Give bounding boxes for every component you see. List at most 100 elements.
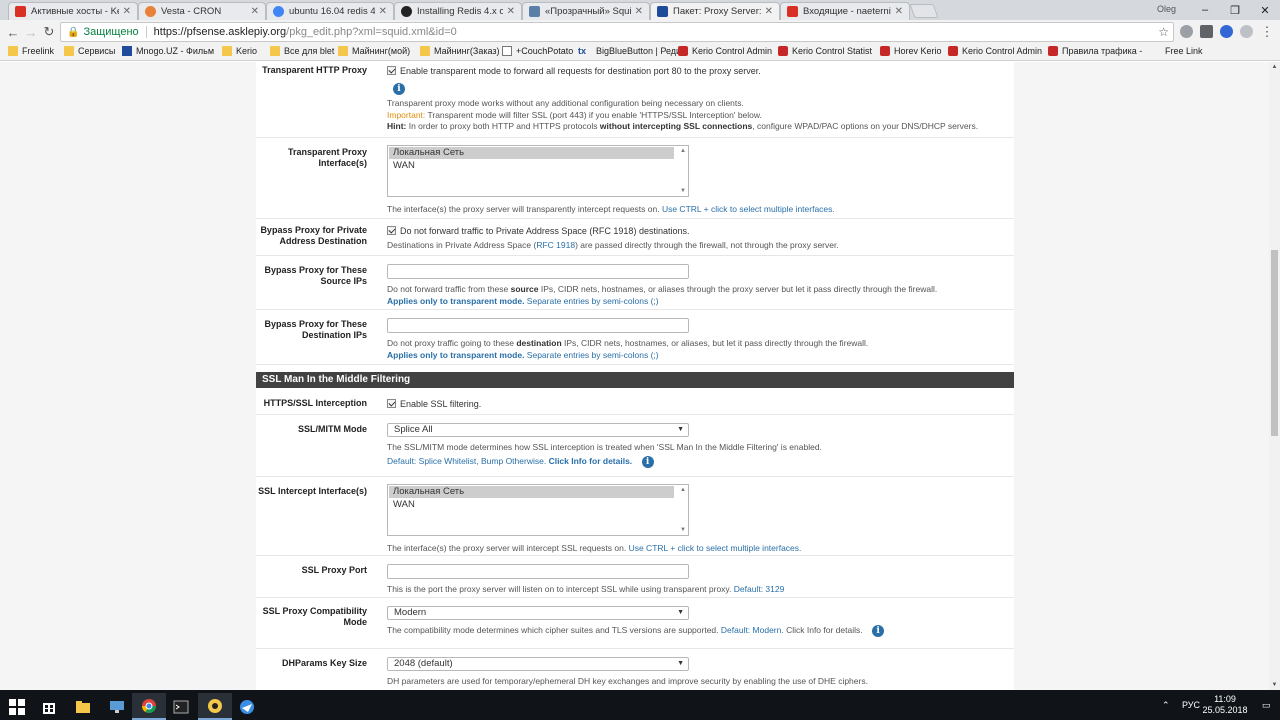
bypass-private-checkbox[interactable]: Do not forward traffic to Private Addres… xyxy=(387,225,1007,237)
scroll-down-arrow-icon[interactable]: ▼ xyxy=(680,527,686,533)
listbox-option[interactable]: Локальная Сеть xyxy=(389,486,674,498)
bookmark-item[interactable]: Free Link xyxy=(1165,46,1203,56)
ssl-compat-mode-select[interactable]: Modern ▼ xyxy=(387,606,689,620)
help-hint: Hint: In order to proxy both HTTP and HT… xyxy=(387,121,1007,133)
scroll-up-arrow-icon[interactable]: ▲ xyxy=(680,148,686,154)
dhparams-select[interactable]: 2048 (default) ▼ xyxy=(387,657,689,671)
browser-tab[interactable]: Installing Redis 4.x onto ✕ xyxy=(394,2,522,20)
language-indicator[interactable]: РУС xyxy=(1182,690,1200,720)
extension-icon[interactable] xyxy=(1220,25,1233,38)
back-arrow-icon[interactable]: ← xyxy=(4,23,22,41)
close-tab-icon[interactable]: ✕ xyxy=(895,6,903,17)
bookmark-item[interactable]: Майнинг(Заказ) xyxy=(420,46,499,56)
ssl-mitm-mode-select[interactable]: Splice All ▼ xyxy=(387,423,689,437)
bookmark-item[interactable]: tx BigBlueButton | Реди xyxy=(578,46,681,56)
file-explorer-icon[interactable] xyxy=(66,693,100,720)
terminal-icon[interactable] xyxy=(164,693,198,720)
bookmark-item[interactable]: Kerio xyxy=(222,46,257,56)
close-tab-icon[interactable]: ✕ xyxy=(251,6,259,17)
bookmark-item[interactable]: Все для blet xyxy=(270,46,334,56)
info-icon[interactable]: i xyxy=(641,455,654,468)
reload-icon[interactable]: ↻ xyxy=(40,23,58,41)
close-tab-icon[interactable]: ✕ xyxy=(635,6,643,17)
close-tab-icon[interactable]: ✕ xyxy=(507,6,515,17)
tray-chevron-icon[interactable]: ⌃ xyxy=(1162,690,1170,720)
scroll-up-arrow-icon[interactable]: ▲ xyxy=(680,487,686,493)
bookmark-item[interactable]: Kerio Control Admin xyxy=(678,46,772,56)
minimize-button[interactable]: – xyxy=(1190,0,1220,20)
remote-desktop-icon[interactable] xyxy=(100,693,134,720)
extension-icon[interactable] xyxy=(1240,25,1253,38)
store-icon[interactable] xyxy=(32,693,66,720)
close-tab-icon[interactable]: ✕ xyxy=(379,6,387,17)
bookmark-item[interactable]: Horev Kerio xyxy=(880,46,942,56)
help-text-part: Separate entries by semi-colons (;) xyxy=(524,349,659,360)
browser-tab[interactable]: Vesta - CRON ✕ xyxy=(138,2,266,20)
bookmark-item[interactable]: Правила трафика - xyxy=(1048,46,1142,56)
tx-icon: tx xyxy=(578,46,587,56)
browser-tab[interactable]: Входящие - naeternitas@ ✕ xyxy=(780,2,910,20)
transparent-http-checkbox[interactable]: Enable transparent mode to forward all r… xyxy=(387,65,1007,77)
folder-icon xyxy=(338,46,348,56)
ssl-intercept-interfaces-listbox[interactable]: Локальная Сеть WAN ▲ ▼ xyxy=(387,484,689,536)
field-body: Do not forward traffic to Private Addres… xyxy=(387,225,1007,252)
rfc-link[interactable]: RFC 1918 xyxy=(536,240,575,250)
browser-tab[interactable]: Активные хосты - Kerio ✕ xyxy=(8,2,138,20)
system-clock[interactable]: 11:09 25.05.2018 xyxy=(1200,694,1250,716)
menu-kebab-icon[interactable]: ⋮ xyxy=(1258,23,1276,41)
checkbox-checked[interactable] xyxy=(387,399,396,408)
close-tab-icon[interactable]: ✕ xyxy=(765,6,773,17)
browser-tab-active[interactable]: Пакет: Proxy Server: Gen ✕ xyxy=(650,2,780,20)
notifications-icon[interactable]: ▭ xyxy=(1262,690,1271,720)
app-icon[interactable] xyxy=(198,693,232,720)
page-scrollbar[interactable]: ▲ ▼ xyxy=(1269,62,1280,690)
info-icon[interactable]: i xyxy=(872,625,885,637)
maximize-button[interactable]: ❐ xyxy=(1220,0,1250,20)
address-bar[interactable]: 🔒 Защищено https://pfsense.asklepiy.org … xyxy=(60,22,1174,42)
bookmark-label: Майнинг(мой) xyxy=(352,46,411,56)
scroll-down-arrow-icon[interactable]: ▼ xyxy=(1269,680,1280,690)
hint-label: Hint: xyxy=(387,121,407,131)
bookmark-item[interactable]: Freelink xyxy=(8,46,54,56)
bookmark-item[interactable]: Kerio Control Admin xyxy=(948,46,1042,56)
help-text: Do not proxy traffic going to these dest… xyxy=(387,338,1007,350)
browser-tab[interactable]: ubuntu 16.04 redis 4 - По ✕ xyxy=(266,2,394,20)
extension-icon[interactable] xyxy=(1200,25,1213,38)
profile-name[interactable]: Oleg xyxy=(1157,4,1176,14)
help-text-part: Destinations in Private Address Space ( xyxy=(387,240,537,250)
browser-tab[interactable]: «Прозрачный» Squid с ✕ xyxy=(522,2,650,20)
bypass-source-input[interactable] xyxy=(387,264,689,279)
listbox-option[interactable]: Локальная Сеть xyxy=(389,147,674,159)
network-app-icon[interactable] xyxy=(230,693,264,720)
ssl-proxy-port-input[interactable] xyxy=(387,564,689,579)
bookmark-item[interactable]: Mnogo.UZ - Фильм xyxy=(122,46,214,56)
bookmark-item[interactable]: Майнинг(мой) xyxy=(338,46,410,56)
extension-icon[interactable] xyxy=(1180,25,1193,38)
scroll-up-arrow-icon[interactable]: ▲ xyxy=(1269,62,1280,72)
bookmark-item[interactable]: Сервисы xyxy=(64,46,115,56)
bookmark-label: Kerio Control Admin xyxy=(692,46,773,56)
bookmark-item[interactable]: +CouchPotato xyxy=(502,46,573,56)
windows-start-icon[interactable] xyxy=(0,693,34,720)
info-icon[interactable]: i xyxy=(393,83,405,95)
checkbox-checked[interactable] xyxy=(387,226,396,235)
listbox-option[interactable]: WAN xyxy=(389,499,674,511)
bookmark-star-icon[interactable]: ☆ xyxy=(1158,25,1169,39)
bypass-dest-input[interactable] xyxy=(387,318,689,333)
ssl-filtering-checkbox[interactable]: Enable SSL filtering. xyxy=(387,398,1007,410)
transparent-interfaces-listbox[interactable]: Локальная Сеть WAN ▲ ▼ xyxy=(387,145,689,197)
forward-arrow-icon[interactable]: → xyxy=(22,23,40,41)
close-tab-icon[interactable]: ✕ xyxy=(123,6,131,17)
chrome-icon[interactable] xyxy=(132,693,166,720)
field-label: Bypass Proxy for These Source IPs xyxy=(264,265,367,286)
scrollbar-thumb[interactable] xyxy=(1271,250,1278,436)
help-text: The interface(s) the proxy server will t… xyxy=(387,204,1007,216)
lock-icon[interactable]: 🔒 xyxy=(67,27,79,38)
scroll-down-arrow-icon[interactable]: ▼ xyxy=(680,188,686,194)
new-tab-button[interactable] xyxy=(909,4,939,18)
checkbox-checked[interactable] xyxy=(387,66,396,75)
bookmark-label: BigBlueButton | Реди xyxy=(596,46,682,56)
close-window-button[interactable]: ✕ xyxy=(1250,0,1280,20)
listbox-option[interactable]: WAN xyxy=(389,160,674,172)
bookmark-item[interactable]: Kerio Control Statist xyxy=(778,46,872,56)
